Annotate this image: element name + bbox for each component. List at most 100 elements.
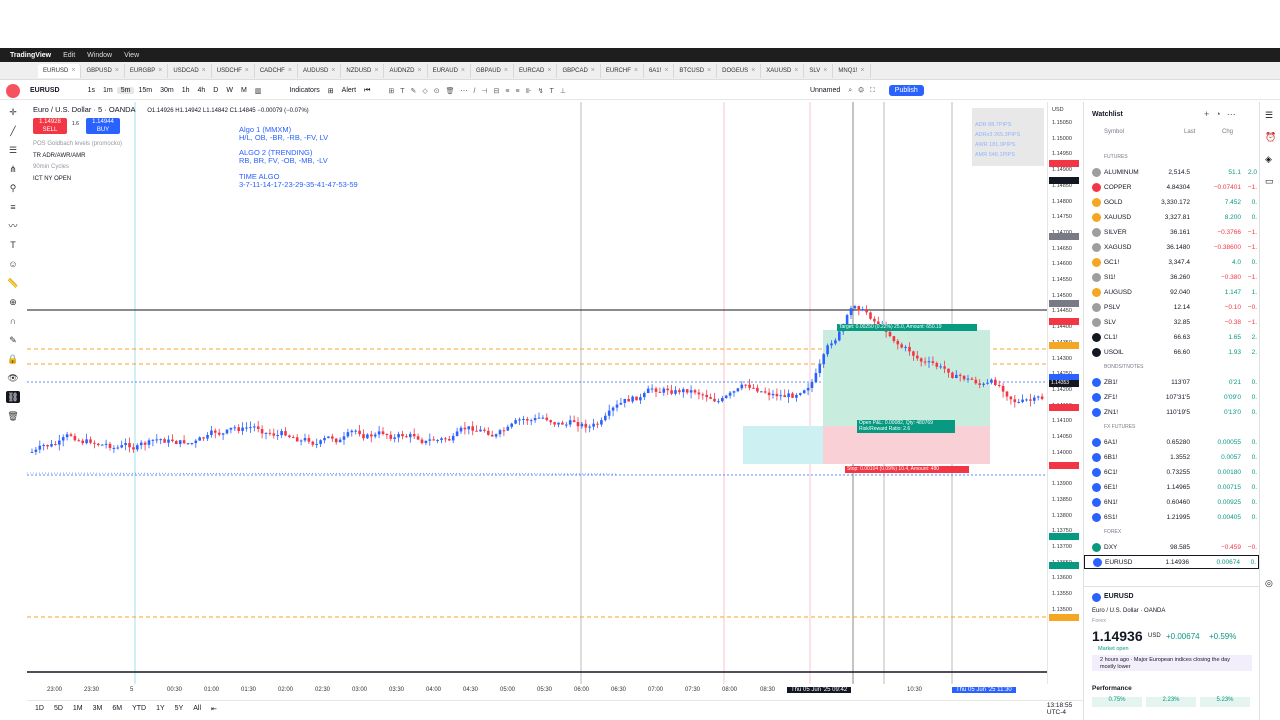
watchlist-row-silver[interactable]: SILVER 36.161 −0.3766 −1. xyxy=(1084,225,1259,239)
crosshair-icon[interactable]: ✛ xyxy=(6,106,20,118)
close-icon[interactable]: × xyxy=(664,67,668,74)
close-icon[interactable]: × xyxy=(823,67,827,74)
close-icon[interactable]: × xyxy=(417,67,421,74)
close-icon[interactable]: × xyxy=(331,67,335,74)
close-icon[interactable]: × xyxy=(504,67,508,74)
buy-button[interactable]: 1.14944 BUY xyxy=(86,118,120,134)
watchlist-row-zf1[interactable]: ZF1! 107'31'5 0'09'0 0. xyxy=(1084,390,1259,404)
watchlist-row-6s1[interactable]: 6S1! 1.21995 0.00405 0. xyxy=(1084,510,1259,524)
close-icon[interactable]: × xyxy=(461,67,465,74)
close-icon[interactable]: × xyxy=(707,67,711,74)
close-icon[interactable]: × xyxy=(794,67,798,74)
tab-gbpaud[interactable]: GBPAUD × xyxy=(471,63,514,78)
alerts-icon[interactable]: ⏰ xyxy=(1265,132,1276,143)
watchlist-row-pslv[interactable]: PSLV 12.14 −0.10 −0. xyxy=(1084,300,1259,314)
watchlist-row-6c1[interactable]: 6C1! 0.73255 0.00180 0. xyxy=(1084,465,1259,479)
eye-icon[interactable]: 👁 xyxy=(6,372,20,384)
watchlist-title[interactable]: Watchlist xyxy=(1092,111,1123,118)
close-icon[interactable]: × xyxy=(245,67,249,74)
tab-usdcad[interactable]: USDCAD × xyxy=(168,63,212,78)
symbol-search[interactable]: EURUSD xyxy=(26,87,64,94)
tab-mnq1[interactable]: MNQ1! × xyxy=(833,63,871,78)
watchlist-row-slv[interactable]: SLV 32.85 −0.38 −1. xyxy=(1084,315,1259,329)
add-symbol-icon[interactable]: +◔⋯ xyxy=(1204,109,1242,120)
watchlist-row-eurusd[interactable]: EURUSD 1.14936 0.00674 0. xyxy=(1084,555,1259,569)
watchlist-row-augusd[interactable]: AUGUSD 92.040 1.147 1. xyxy=(1084,285,1259,299)
tab-gbpcad[interactable]: GBPCAD × xyxy=(557,63,601,78)
tab-xauusd[interactable]: XAUUSD × xyxy=(761,63,805,78)
lock-icon[interactable]: 🔒 xyxy=(6,353,20,365)
section-header[interactable]: FOREX xyxy=(1104,529,1121,535)
watchlist-row-6a1[interactable]: 6A1! 0.65280 0.00055 0. xyxy=(1084,435,1259,449)
tab-audusd[interactable]: AUDUSD × xyxy=(298,63,342,78)
pitchfork-icon[interactable]: ⋔ xyxy=(6,163,20,175)
text-icon[interactable]: T xyxy=(6,239,20,251)
tab-eurusd[interactable]: EURUSD × xyxy=(38,63,82,78)
close-icon[interactable]: × xyxy=(71,67,75,74)
tab-6a1[interactable]: 6A1! × xyxy=(644,63,675,78)
watchlist-row-xauusd[interactable]: XAUUSD 3,327.81 8.200 0. xyxy=(1084,210,1259,224)
watchlist-row-gold[interactable]: GOLD 3,330.172 7.452 0. xyxy=(1084,195,1259,209)
watchlist-row-copper[interactable]: COPPER 4.84304 −0.07401 −1. xyxy=(1084,180,1259,194)
watchlist-row-usoil[interactable]: USOIL 66.60 1.93 2. xyxy=(1084,345,1259,359)
close-icon[interactable]: × xyxy=(115,67,119,74)
watchlist-row-cl1[interactable]: CL1! 66.63 1.65 2. xyxy=(1084,330,1259,344)
section-header[interactable]: FUTURES xyxy=(1104,154,1128,160)
close-icon[interactable]: × xyxy=(158,67,162,74)
interval-1h[interactable]: 1h xyxy=(178,87,194,94)
indicator-ny-open[interactable]: ICT NY OPEN xyxy=(33,176,71,182)
watchlist-row-aluminum[interactable]: ALUMINUM 2,514.5 51.1 2.0 xyxy=(1084,165,1259,179)
menu-window[interactable]: Window xyxy=(87,52,112,59)
interval-15m[interactable]: 15m xyxy=(134,87,156,94)
watchlist-row-6e1[interactable]: 6E1! 1.14965 0.00715 0. xyxy=(1084,480,1259,494)
tab-btcusd[interactable]: BTCUSD × xyxy=(674,63,718,78)
templates-icon[interactable]: ⊞ xyxy=(324,87,338,95)
range-ytd[interactable]: YTD xyxy=(132,705,146,712)
watchlist-row-6n1[interactable]: 6N1! 0.60460 0.00925 0. xyxy=(1084,495,1259,509)
watchlist-row-zb1[interactable]: ZB1! 113'07 0'21 0. xyxy=(1084,375,1259,389)
close-icon[interactable]: × xyxy=(751,67,755,74)
chart-type-icon[interactable]: ▥ xyxy=(251,87,266,95)
news-item[interactable]: 2 hours ago · Major European indices clo… xyxy=(1092,655,1252,671)
range-1m[interactable]: 1M xyxy=(73,705,83,712)
watchlist-icon[interactable]: ☰ xyxy=(1265,110,1273,121)
indicator-cycles[interactable]: 90min Cycles xyxy=(33,164,69,170)
close-icon[interactable]: × xyxy=(288,67,292,74)
price-chart[interactable] xyxy=(27,102,1047,684)
close-icon[interactable]: × xyxy=(202,67,206,74)
watchlist-row-dxy[interactable]: DXY 98.585 −0.459 −0. xyxy=(1084,540,1259,554)
detail-symbol[interactable]: EURUSD xyxy=(1104,593,1134,600)
link-icon[interactable]: ⛓ xyxy=(6,391,20,403)
tab-gbpusd[interactable]: GBPUSD × xyxy=(81,63,125,78)
trash-icon[interactable]: 🗑 xyxy=(6,410,20,422)
range-1y[interactable]: 1Y xyxy=(156,705,165,712)
watchlist-row-xagusd[interactable]: XAGUSD 36.1480 −0.38600 −1. xyxy=(1084,240,1259,254)
range-6m[interactable]: 6M xyxy=(112,705,122,712)
app-name[interactable]: TradingView xyxy=(10,52,51,59)
goto-date-icon[interactable]: ⇤ xyxy=(211,705,217,713)
indicator-adr[interactable]: TR ADR/AWR/AMR xyxy=(33,153,85,159)
forecast-icon[interactable]: ≡ xyxy=(6,201,20,213)
range-1d[interactable]: 1D xyxy=(35,705,44,712)
range-3m[interactable]: 3M xyxy=(93,705,103,712)
alert-button[interactable]: Alert xyxy=(338,87,360,94)
search-icon[interactable]: ⌕⚙⛶ xyxy=(844,87,884,95)
magnet-icon[interactable]: ∩ xyxy=(6,315,20,327)
indicators-button[interactable]: Indicators xyxy=(285,87,323,94)
avatar[interactable] xyxy=(6,83,20,98)
interval-D[interactable]: D xyxy=(209,87,222,94)
trendline-icon[interactable]: ╱ xyxy=(6,125,20,137)
tab-euraud[interactable]: EURAUD × xyxy=(428,63,471,78)
range-5y[interactable]: 5Y xyxy=(175,705,184,712)
brush-icon[interactable]: 〰 xyxy=(6,220,20,232)
tab-eurchf[interactable]: EURCHF × xyxy=(601,63,644,78)
section-header[interactable]: BONDS/TNOTES xyxy=(1104,364,1143,370)
layers-icon[interactable]: ◈ xyxy=(1265,154,1272,165)
ruler-icon[interactable]: 📏 xyxy=(6,277,20,289)
tab-slv[interactable]: SLV × xyxy=(804,63,834,78)
interval-30m[interactable]: 30m xyxy=(156,87,178,94)
drawing-toolbar-icons[interactable]: ⊞T✎◇⊙🗑⋯/⊣⊟≡≡⊪↯T⊥ xyxy=(384,87,576,95)
close-icon[interactable]: × xyxy=(547,67,551,74)
zoom-icon[interactable]: ⊕ xyxy=(6,296,20,308)
publish-button[interactable]: Publish xyxy=(888,85,924,96)
